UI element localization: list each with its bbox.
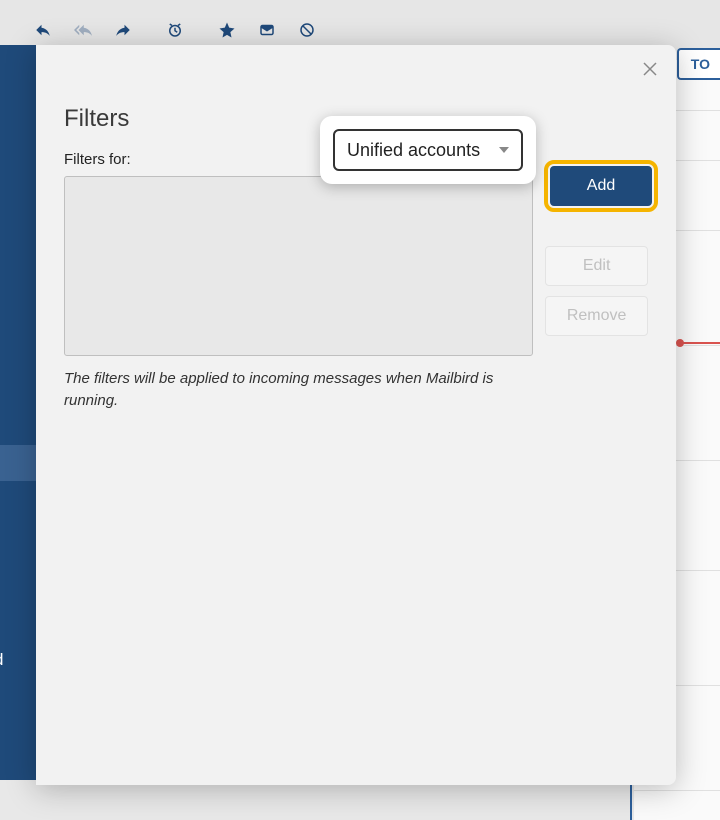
- sidebar-text-fragment: d: [0, 650, 3, 670]
- forward-icon[interactable]: [105, 14, 141, 46]
- current-time-indicator: [680, 342, 720, 344]
- account-dropdown-callout: Unified accounts: [320, 116, 536, 184]
- edit-button: Edit: [545, 246, 648, 286]
- reply-icon[interactable]: [25, 14, 61, 46]
- filters-hint-text: The filters will be applied to incoming …: [64, 368, 544, 412]
- filters-listbox[interactable]: [64, 176, 533, 356]
- reply-all-icon[interactable]: [65, 14, 101, 46]
- account-dropdown-value: Unified accounts: [347, 140, 480, 161]
- sidebar-selected-item[interactable]: [0, 445, 36, 481]
- add-button[interactable]: Add: [550, 166, 652, 206]
- snooze-icon[interactable]: [157, 14, 193, 46]
- star-icon[interactable]: [209, 14, 245, 46]
- today-button[interactable]: TO: [677, 48, 720, 80]
- remove-button: Remove: [545, 296, 648, 336]
- close-button[interactable]: [640, 59, 660, 79]
- left-sidebar: d: [0, 45, 36, 780]
- close-icon: [643, 62, 657, 76]
- grid-line: [634, 790, 720, 791]
- archive-icon[interactable]: [249, 14, 285, 46]
- block-icon[interactable]: [289, 14, 325, 46]
- current-time-dot: [676, 339, 684, 347]
- chevron-down-icon: [499, 147, 509, 153]
- account-dropdown[interactable]: Unified accounts: [333, 129, 523, 171]
